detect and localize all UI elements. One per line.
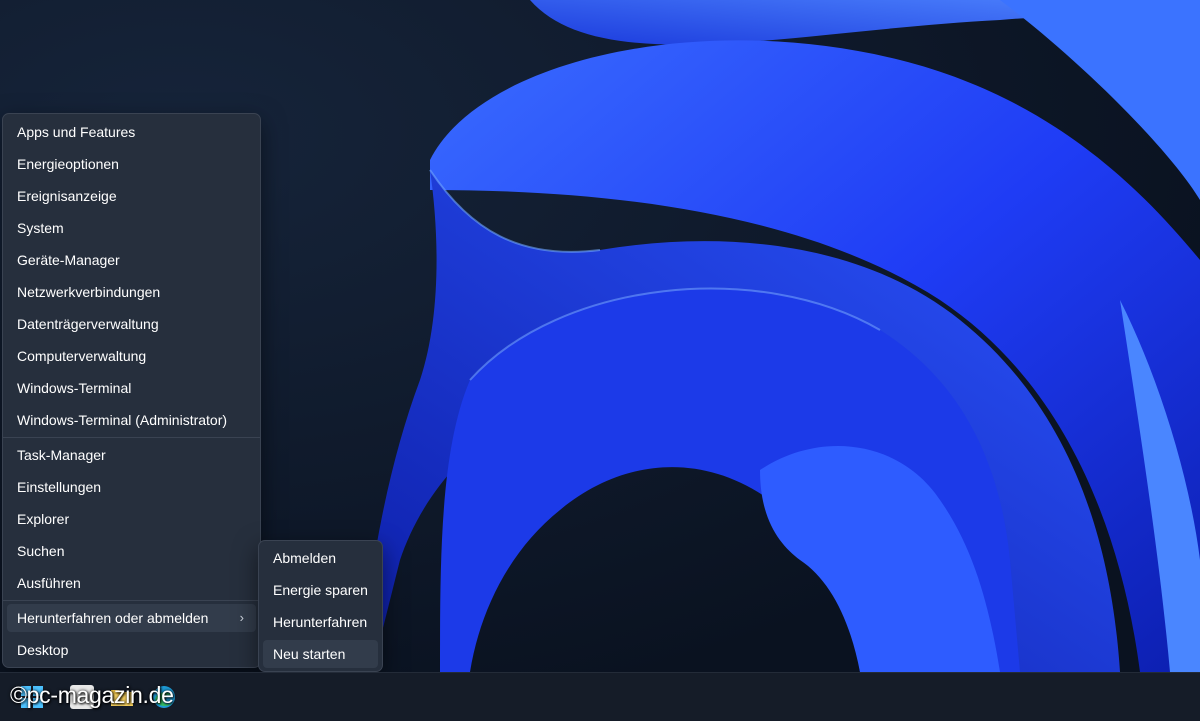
menu-item-system[interactable]: System [7, 214, 256, 242]
menu-item-computerverwaltung[interactable]: Computerverwaltung [7, 342, 256, 370]
menu-item-netzwerkverbindungen[interactable]: Netzwerkverbindungen [7, 278, 256, 306]
winx-context-menu: Apps und Features Energieoptionen Ereign… [2, 113, 261, 668]
menu-separator [3, 600, 260, 601]
menu-item-ereignisanzeige[interactable]: Ereignisanzeige [7, 182, 256, 210]
taskbar [0, 672, 1200, 721]
submenu-item-herunterfahren[interactable]: Herunterfahren [263, 608, 378, 636]
submenu-item-abmelden[interactable]: Abmelden [263, 544, 378, 572]
menu-item-desktop[interactable]: Desktop [7, 636, 256, 664]
menu-item-label: Herunterfahren oder abmelden [17, 610, 209, 626]
watermark: ©pc-magazin.de [10, 682, 174, 708]
submenu-item-neu-starten[interactable]: Neu starten [263, 640, 378, 668]
shutdown-submenu: Abmelden Energie sparen Herunterfahren N… [258, 540, 383, 672]
menu-separator [3, 437, 260, 438]
menu-item-suchen[interactable]: Suchen [7, 537, 256, 565]
menu-item-geraete-manager[interactable]: Geräte-Manager [7, 246, 256, 274]
menu-item-einstellungen[interactable]: Einstellungen [7, 473, 256, 501]
menu-item-task-manager[interactable]: Task-Manager [7, 441, 256, 469]
submenu-item-energie-sparen[interactable]: Energie sparen [263, 576, 378, 604]
menu-item-energieoptionen[interactable]: Energieoptionen [7, 150, 256, 178]
menu-item-ausfuehren[interactable]: Ausführen [7, 569, 256, 597]
menu-item-windows-terminal[interactable]: Windows-Terminal [7, 374, 256, 402]
menu-item-apps-features[interactable]: Apps und Features [7, 118, 256, 146]
menu-item-windows-terminal-admin[interactable]: Windows-Terminal (Administrator) [7, 406, 256, 434]
chevron-right-icon: › [239, 610, 244, 625]
menu-item-herunterfahren-abmelden[interactable]: Herunterfahren oder abmelden › [7, 604, 256, 632]
menu-item-explorer[interactable]: Explorer [7, 505, 256, 533]
menu-item-datentraegerverwaltung[interactable]: Datenträgerverwaltung [7, 310, 256, 338]
